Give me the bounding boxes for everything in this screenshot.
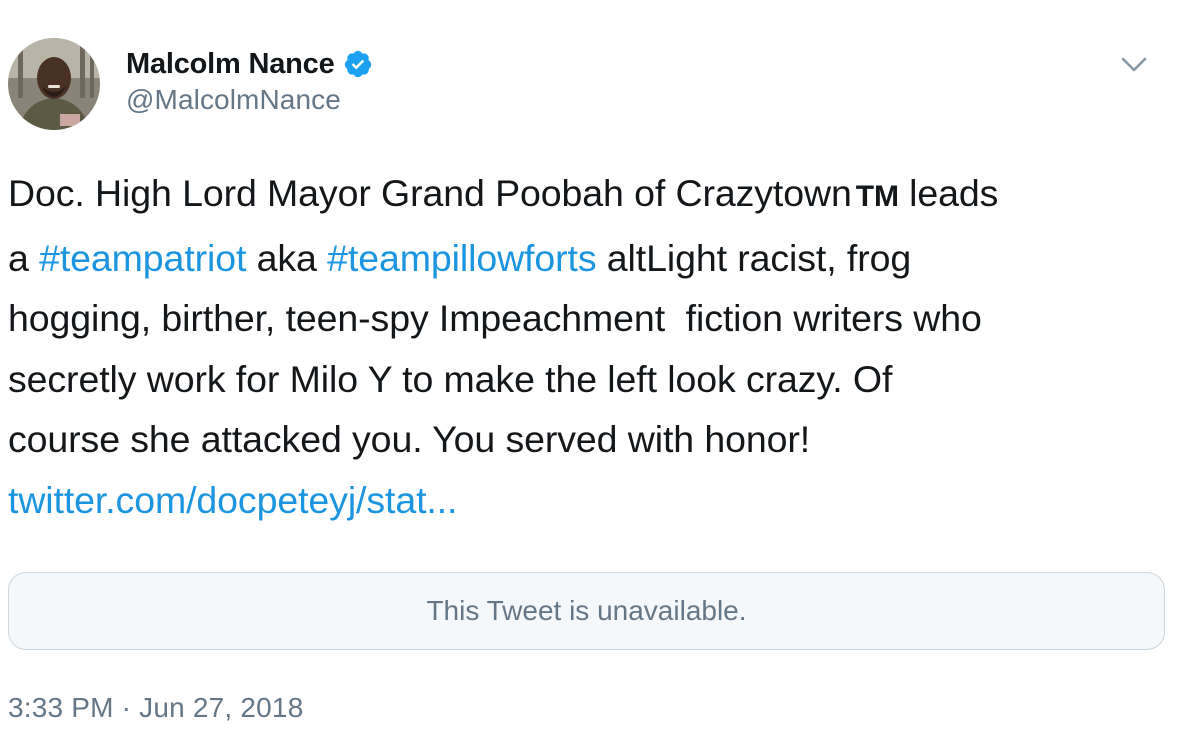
tweet-line-6: twitter.com/docpeteyj/stat...	[8, 470, 1173, 531]
verified-badge-icon	[343, 49, 373, 79]
tweet-text-segment: a	[8, 236, 40, 279]
tweet-line-5: course she attacked you. You served with…	[8, 418, 811, 460]
tweet-line-4: secretly work for Milo Y to make the lef…	[8, 357, 893, 400]
quoted-tweet-unavailable: This Tweet is unavailable.	[8, 572, 1165, 650]
display-name[interactable]: Malcolm Nance	[126, 48, 335, 81]
url-link[interactable]: twitter.com/docpeteyj/stat...	[8, 479, 457, 521]
chevron-down-icon[interactable]	[1117, 52, 1151, 76]
tweet-line-3: hogging, birther, teen-spy Impeachment f…	[8, 297, 982, 339]
tweet: Malcolm Nance @MalcolmNance Doc. High Lo…	[0, 0, 1181, 748]
author-block: Malcolm Nance @MalcolmNance	[126, 44, 373, 116]
tweet-text-segment: aka	[246, 236, 328, 279]
name-row: Malcolm Nance	[126, 44, 373, 84]
hashtag-link-teampatriot[interactable]: #teampatriot	[39, 237, 246, 279]
user-handle[interactable]: @MalcolmNance	[126, 84, 373, 116]
tweet-line-2: a #teampatriot aka #teampillowforts altL…	[8, 228, 1173, 289]
tweet-text-segment: altLight racist, frog	[596, 236, 912, 279]
avatar-image	[8, 38, 100, 130]
trademark-mark: TM	[855, 180, 899, 213]
avatar[interactable]	[8, 38, 100, 130]
tweet-text-segment: Doc. High Lord Mayor Grand Poobah of Cra…	[8, 172, 852, 214]
tweet-line-1: Doc. High Lord Mayor Grand Poobah of Cra…	[8, 163, 1173, 228]
tweet-text: Doc. High Lord Mayor Grand Poobah of Cra…	[8, 163, 1173, 530]
tweet-text-segment: leads	[898, 172, 999, 214]
tweet-timestamp[interactable]: 3:33 PM · Jun 27, 2018	[8, 692, 303, 724]
hashtag-link-teampillowforts[interactable]: #teampillowforts	[327, 237, 596, 279]
unavailable-message: This Tweet is unavailable.	[426, 595, 747, 626]
